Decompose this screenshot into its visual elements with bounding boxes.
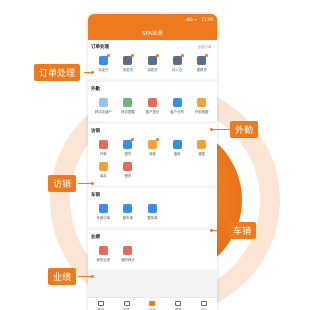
field-item-visit-reminder[interactable]: 拜访提醒: [116, 96, 141, 118]
field-item-customer-register[interactable]: 客户登记: [140, 96, 165, 118]
document-icon: [98, 204, 108, 213]
visit-item-stocktake[interactable]: 盘库: [165, 138, 190, 160]
callout-visit-dot: [91, 182, 94, 185]
visit-grid: 开单 退货 收款 盘库 调拨 库存 借货: [91, 138, 214, 182]
users-icon: [123, 300, 130, 306]
clipboard-icon: [172, 140, 182, 149]
briefcase-icon: [149, 300, 156, 306]
vehicle-item-full-load-1[interactable]: 整车单: [116, 202, 141, 224]
callout-orders: 订单处理: [34, 64, 81, 81]
home-icon: [97, 300, 104, 306]
signal-indicator: ᵢₗ4G ᯤ: [185, 16, 198, 22]
visit-item-collect-payment[interactable]: 收款: [140, 138, 165, 160]
visit-item-borrow[interactable]: 借货: [116, 160, 141, 182]
order-item-to-warehouse[interactable]: 待入仓: [165, 54, 190, 76]
warehouse-icon: [172, 54, 184, 65]
chart-icon: [98, 246, 108, 255]
cart-icon: [98, 140, 108, 149]
phone-mockup: ᵢₗ4G ᯤ 11:00 SFA业务 订单处理 全部订单 › 待支付 待发货 待…: [88, 14, 217, 310]
order-item-returns[interactable]: 退换货: [189, 54, 214, 76]
all-orders-link[interactable]: 全部订单 ›: [197, 45, 214, 50]
vehicle-grid: 车销订单 整车单 整车单: [91, 202, 214, 224]
wallet-icon: [98, 54, 110, 65]
tab-office[interactable]: 办公: [191, 298, 217, 310]
section-title: 车销: [91, 193, 100, 198]
truck-icon: [123, 204, 133, 213]
callout-visit-line: [78, 183, 92, 184]
transfer-icon: [197, 140, 207, 149]
visit-item-create-order[interactable]: 开单: [91, 138, 116, 160]
order-item-to-ship[interactable]: 待发货: [116, 54, 141, 76]
map-icon: [197, 98, 207, 107]
tab-customers[interactable]: 客户: [114, 298, 140, 310]
callout-vehicle: 车销: [228, 222, 257, 239]
field-grid: 拜访店铺户 拜访提醒 客户登记 客户分布 外勤地图: [91, 96, 214, 118]
section-title: 外勤: [91, 87, 100, 92]
box-icon: [123, 54, 135, 65]
section-performance: 业绩 我的业绩 我的拜访: [88, 230, 217, 269]
section-visit-sales: 访销 开单 退货 收款 盘库 调拨 库存 借货: [88, 124, 217, 185]
truck-icon: [147, 54, 159, 65]
order-item-pending-payment[interactable]: 待支付: [91, 54, 116, 76]
tab-home[interactable]: 首页: [88, 298, 114, 310]
bottom-tab-bar: 首页 客户 业务 报表 办公: [88, 297, 217, 310]
order-item-to-receive[interactable]: 待收货: [140, 54, 165, 76]
vehicle-item-order[interactable]: 车销订单: [91, 202, 116, 224]
visit-item-transfer[interactable]: 调拨: [189, 138, 214, 160]
performance-item-my-visits[interactable]: 我的拜访: [116, 244, 141, 266]
page-title: SFA业务: [142, 30, 163, 37]
section-title: 业绩: [91, 235, 100, 240]
office-icon: [201, 300, 208, 306]
tag-icon: [123, 162, 133, 171]
callout-orders-dot: [91, 71, 94, 74]
section-orders: 订单处理 全部订单 › 待支付 待发货 待收货 待入仓 退换货: [88, 40, 217, 79]
callout-performance-line: [78, 276, 92, 277]
app-title-bar: SFA业务: [88, 25, 217, 40]
status-time: 11:00: [201, 17, 213, 22]
orders-grid: 待支付 待发货 待收货 待入仓 退换货: [91, 54, 214, 76]
section-vehicle-sales: 车销 车销订单 整车单 整车单: [88, 188, 217, 227]
store-icon: [98, 98, 108, 107]
section-title: 订单处理: [91, 45, 109, 50]
performance-grid: 我的业绩 我的拜访: [91, 244, 214, 266]
report-icon: [175, 300, 182, 306]
inventory-icon: [98, 162, 108, 171]
callout-field-line: [212, 129, 230, 130]
bell-icon: [123, 98, 133, 107]
field-item-customer-distribution[interactable]: 客户分布: [165, 96, 190, 118]
callout-vehicle-dot: [210, 229, 213, 232]
callout-performance: 业绩: [48, 268, 77, 285]
status-bar: ᵢₗ4G ᯤ 11:00: [88, 14, 217, 25]
callout-performance-dot: [91, 275, 94, 278]
callout-field: 外勤: [230, 121, 259, 138]
tab-business[interactable]: 业务: [140, 298, 166, 310]
field-item-field-map[interactable]: 外勤地图: [189, 96, 214, 118]
calendar-icon: [123, 246, 133, 255]
pin-icon: [172, 98, 182, 107]
section-title: 访销: [91, 129, 100, 134]
tab-reports[interactable]: 报表: [165, 298, 191, 310]
callout-visit: 访销: [48, 175, 77, 192]
callout-field-dot: [210, 128, 213, 131]
performance-item-my-performance[interactable]: 我的业绩: [91, 244, 116, 266]
user-add-icon: [147, 98, 157, 107]
callout-vehicle-line: [212, 230, 228, 231]
section-field: 外勤 拜访店铺户 拜访提醒 客户登记 客户分布 外勤地图: [88, 82, 217, 121]
truck-icon: [147, 204, 157, 213]
return-icon: [123, 138, 135, 149]
visit-item-return[interactable]: 退货: [116, 138, 141, 160]
vehicle-item-full-load-2[interactable]: 整车单: [140, 202, 165, 224]
return-icon: [197, 54, 209, 65]
field-item-visit-store[interactable]: 拜访店铺户: [91, 96, 116, 118]
visit-item-inventory[interactable]: 库存: [91, 160, 116, 182]
coin-icon: [147, 138, 159, 149]
